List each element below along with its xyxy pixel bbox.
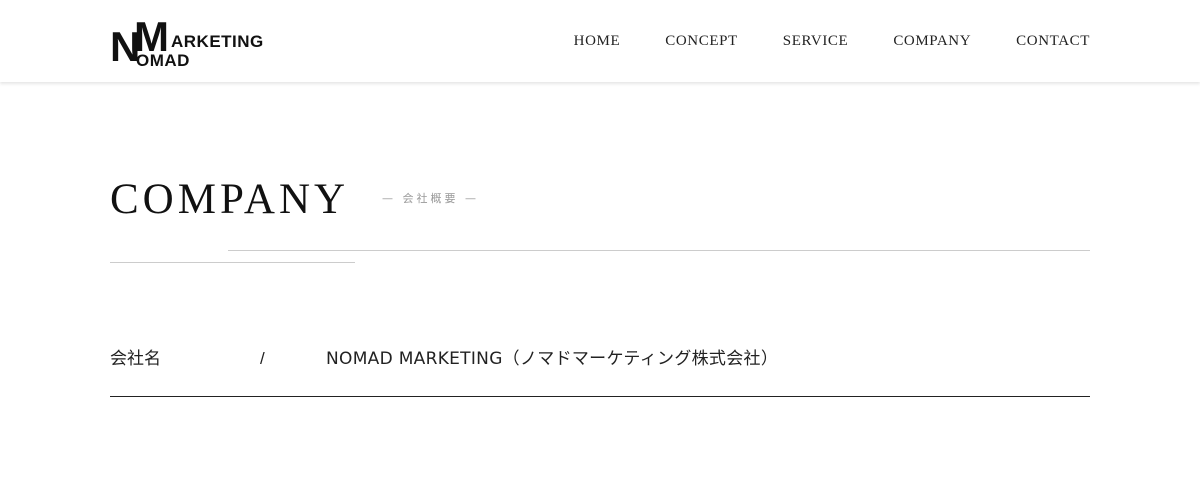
main-nav: HOME CONCEPT SERVICE COMPANY CONTACT	[529, 32, 1090, 50]
nav-item-concept[interactable]: CONCEPT	[665, 32, 738, 50]
site-header: N M ARKETING OMAD HOME CONCEPT SERVICE C…	[0, 0, 1200, 82]
nav-item-contact[interactable]: CONTACT	[1016, 32, 1090, 50]
nav-item-service[interactable]: SERVICE	[783, 32, 849, 50]
company-name-value: NOMAD MARKETING（ノマドマーケティング株式会社）	[326, 349, 779, 369]
nav-item-home[interactable]: HOME	[574, 32, 621, 50]
section-title: COMPANY	[110, 176, 350, 223]
title-divider-long	[228, 250, 1090, 251]
site-logo[interactable]: N M ARKETING OMAD	[110, 16, 285, 70]
company-info-row: 会社名 / NOMAD MARKETING（ノマドマーケティング株式会社）	[110, 340, 1090, 397]
row-separator: /	[260, 349, 265, 368]
logo-text-top: ARKETING	[171, 32, 264, 51]
section-subtitle: — 会社概要 —	[382, 192, 479, 205]
title-divider-short	[110, 262, 355, 263]
company-name-label: 会社名	[110, 349, 161, 369]
nav-item-company[interactable]: COMPANY	[893, 32, 971, 50]
logo-text-bottom: OMAD	[136, 51, 190, 70]
